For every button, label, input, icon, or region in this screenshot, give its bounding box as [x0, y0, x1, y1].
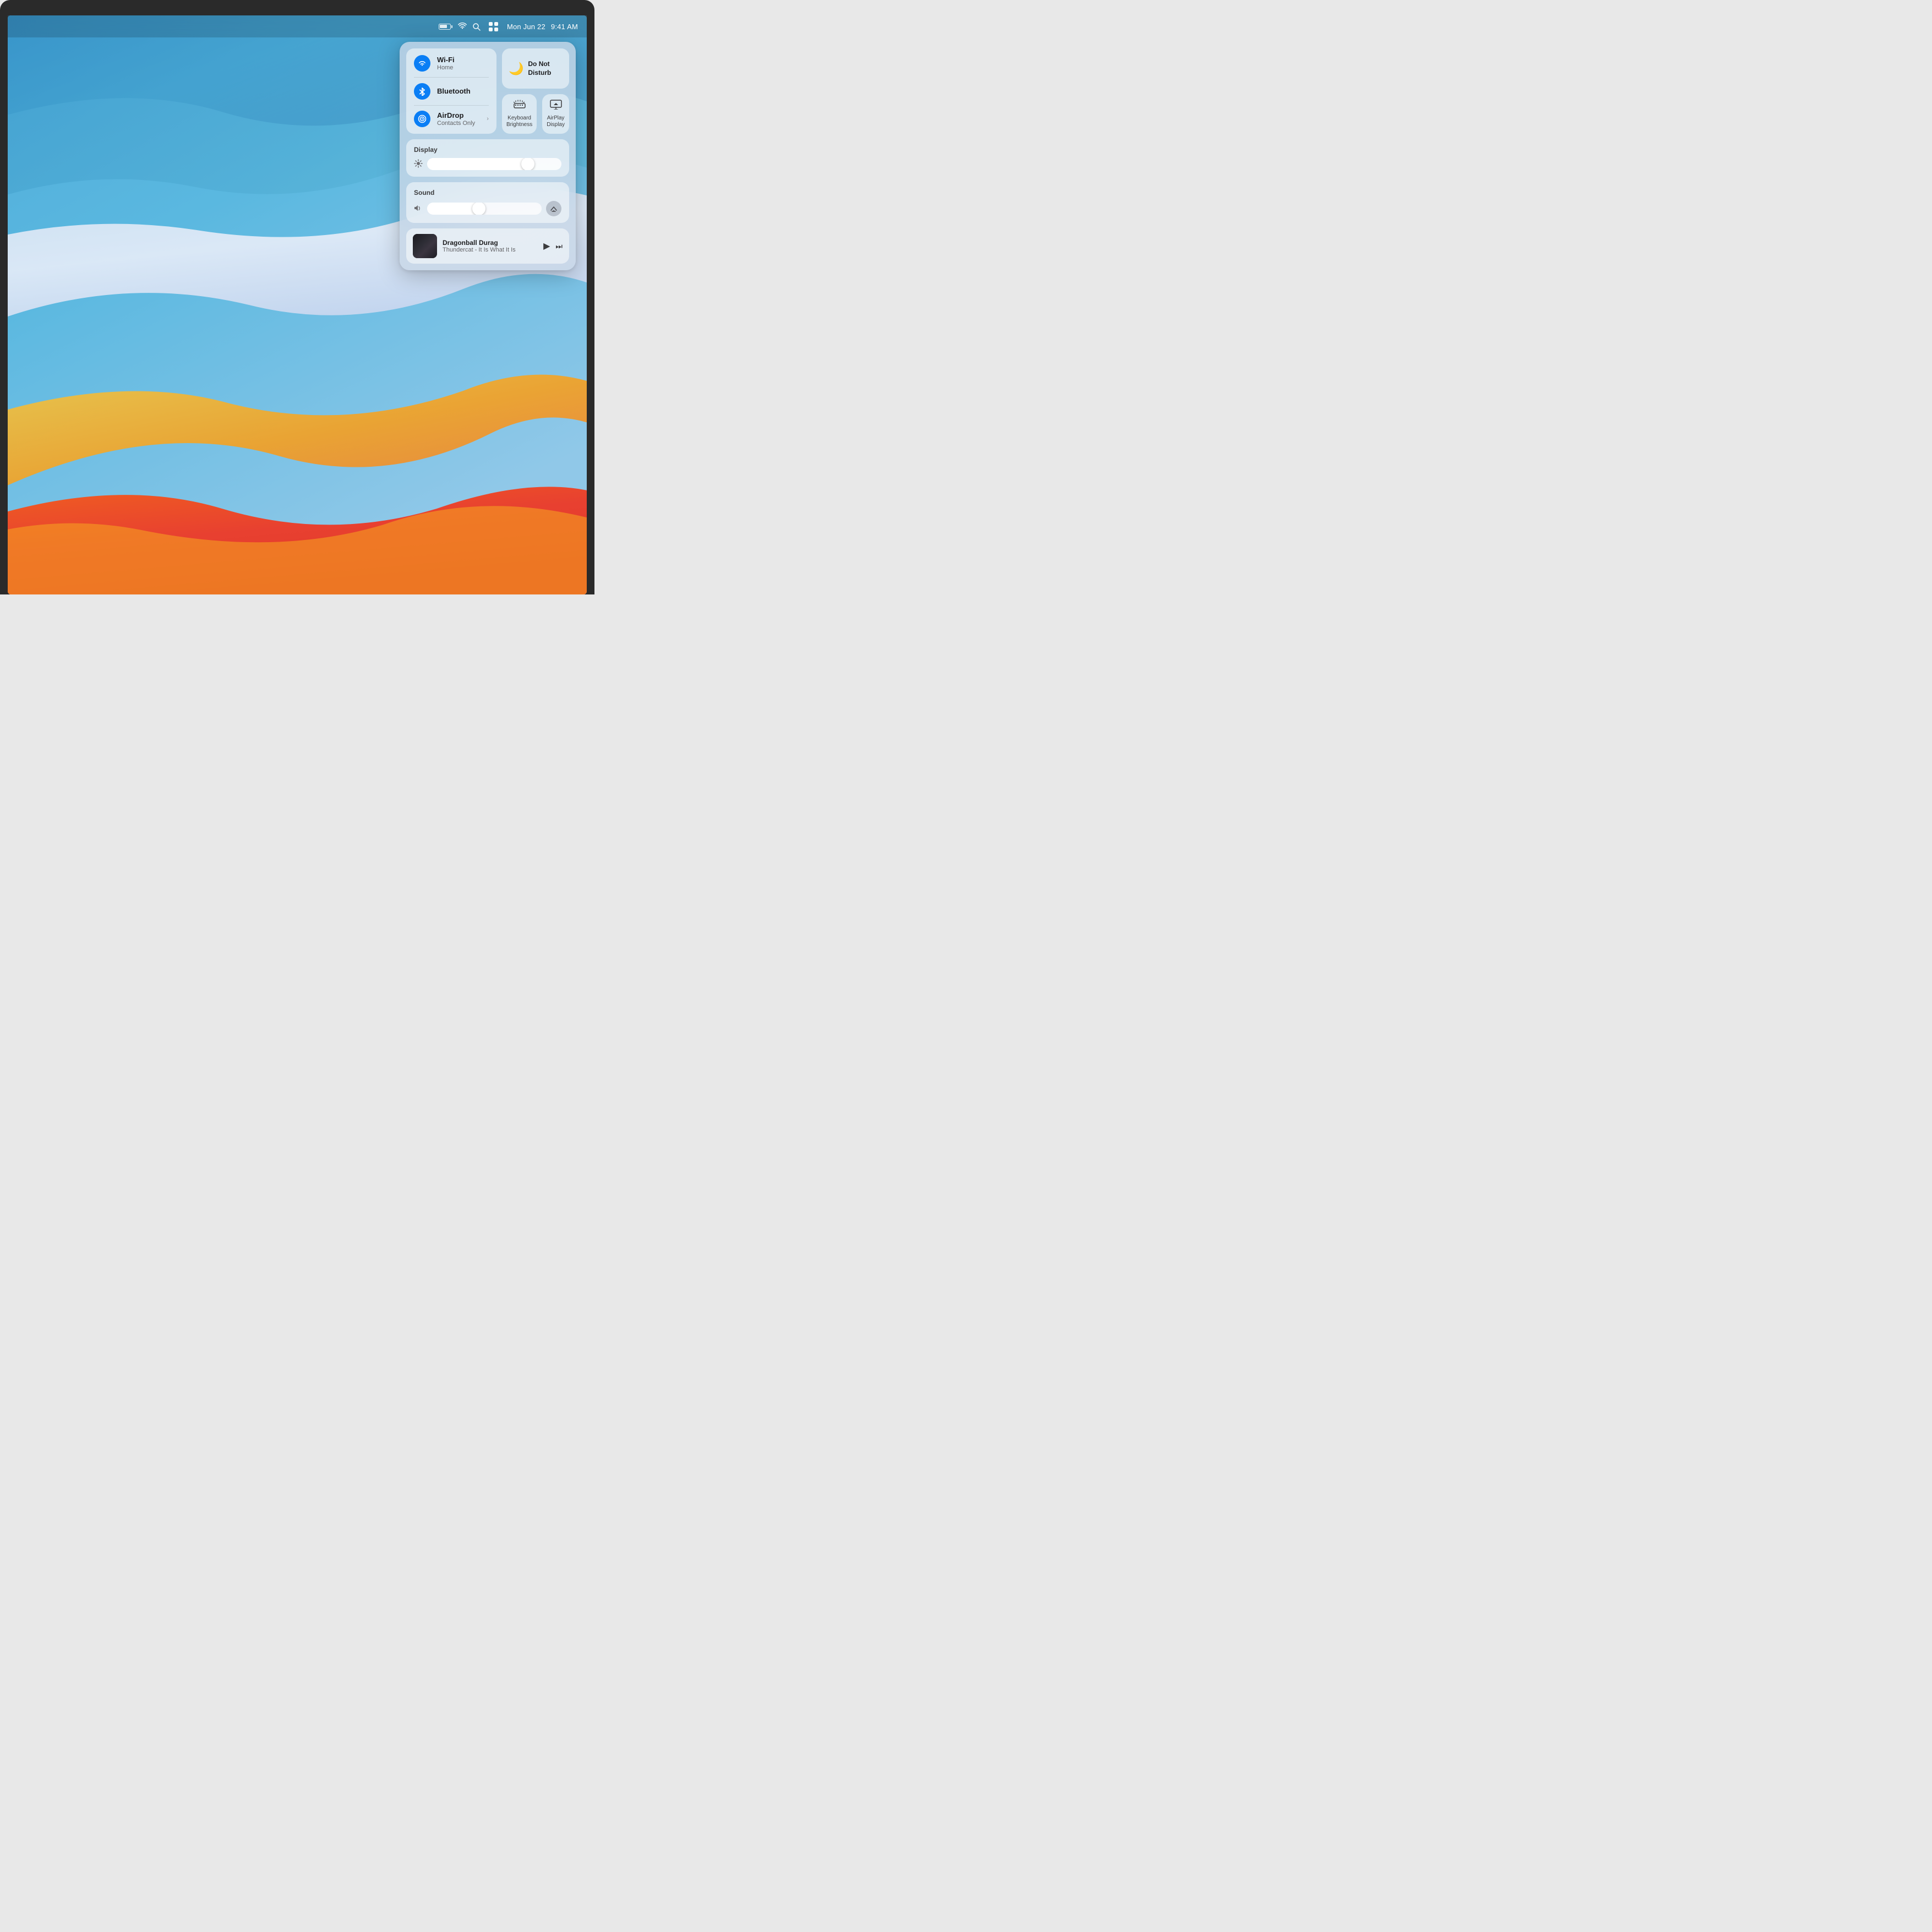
airplay-display-button[interactable]: AirPlay Display	[542, 94, 569, 134]
track-name: Dragonball Durag	[443, 239, 538, 247]
wifi-sub: Home	[437, 64, 455, 71]
wifi-icon	[414, 55, 430, 72]
display-slider-row	[414, 158, 561, 170]
wifi-name: Wi-Fi	[437, 56, 455, 64]
track-info: Dragonball Durag Thundercat - It Is What…	[443, 239, 538, 253]
keyboard-brightness-button[interactable]: Keyboard Brightness	[502, 94, 537, 134]
play-button[interactable]: ▶	[543, 241, 550, 252]
display-label: Display	[414, 146, 561, 154]
brightness-icon	[414, 159, 423, 170]
wifi-item[interactable]: Wi-Fi Home	[414, 54, 489, 73]
menubar-wifi-icon[interactable]	[458, 22, 467, 31]
volume-icon	[414, 204, 423, 214]
bluetooth-name: Bluetooth	[437, 87, 471, 96]
divider-2	[414, 105, 489, 106]
keyboard-brightness-icon	[514, 100, 526, 113]
control-center-panel: Wi-Fi Home Bluetooth	[400, 42, 576, 270]
sound-slider-row	[414, 201, 561, 216]
airdrop-name: AirDrop	[437, 111, 475, 120]
airdrop-sub: Contacts Only	[437, 120, 475, 127]
dnd-label: Do Not Disturb	[528, 60, 563, 77]
track-artist: Thundercat - It Is What It Is	[443, 247, 538, 253]
control-center-toggle[interactable]	[486, 21, 501, 31]
airplay-display-label: AirPlay Display	[547, 115, 565, 128]
divider-1	[414, 77, 489, 78]
top-row: Wi-Fi Home Bluetooth	[406, 48, 569, 134]
airdrop-text: AirDrop Contacts Only	[437, 111, 475, 127]
airdrop-chevron: ›	[487, 116, 489, 122]
dnd-button[interactable]: 🌙 Do Not Disturb	[502, 48, 569, 89]
airplay-audio-button[interactable]	[546, 201, 561, 216]
airdrop-icon	[414, 111, 430, 127]
battery-icon	[439, 24, 452, 30]
volume-slider[interactable]	[427, 203, 542, 215]
bluetooth-text: Bluetooth	[437, 87, 471, 96]
bluetooth-icon	[414, 83, 430, 100]
menubar: Mon Jun 22 9:41 AM	[8, 15, 587, 37]
keyboard-brightness-label: Keyboard Brightness	[506, 115, 532, 128]
dnd-icon: 🌙	[509, 62, 523, 76]
menubar-items: Mon Jun 22 9:41 AM	[439, 21, 578, 31]
right-column: 🌙 Do Not Disturb	[502, 48, 569, 134]
sound-section: Sound	[406, 182, 569, 223]
connectivity-panel: Wi-Fi Home Bluetooth	[406, 48, 496, 134]
screen: Mon Jun 22 9:41 AM	[8, 15, 587, 594]
macbook-bezel: Mon Jun 22 9:41 AM	[0, 0, 594, 594]
sound-label: Sound	[414, 189, 561, 197]
brightness-slider[interactable]	[427, 158, 561, 170]
display-section: Display	[406, 139, 569, 177]
bluetooth-item[interactable]: Bluetooth	[414, 82, 489, 101]
menubar-date: Mon Jun 22	[507, 23, 545, 31]
small-buttons-row: Keyboard Brightness AirPl	[502, 94, 569, 134]
album-art	[413, 234, 437, 258]
playback-controls: ▶ ⏭	[543, 241, 563, 252]
airplay-display-icon	[550, 100, 562, 113]
fast-forward-button[interactable]: ⏭	[555, 242, 563, 251]
wifi-text: Wi-Fi Home	[437, 56, 455, 71]
now-playing-section: Dragonball Durag Thundercat - It Is What…	[406, 228, 569, 264]
airdrop-item[interactable]: AirDrop Contacts Only ›	[414, 110, 489, 128]
menubar-time: 9:41 AM	[551, 23, 578, 31]
menubar-search-icon[interactable]	[472, 23, 481, 31]
